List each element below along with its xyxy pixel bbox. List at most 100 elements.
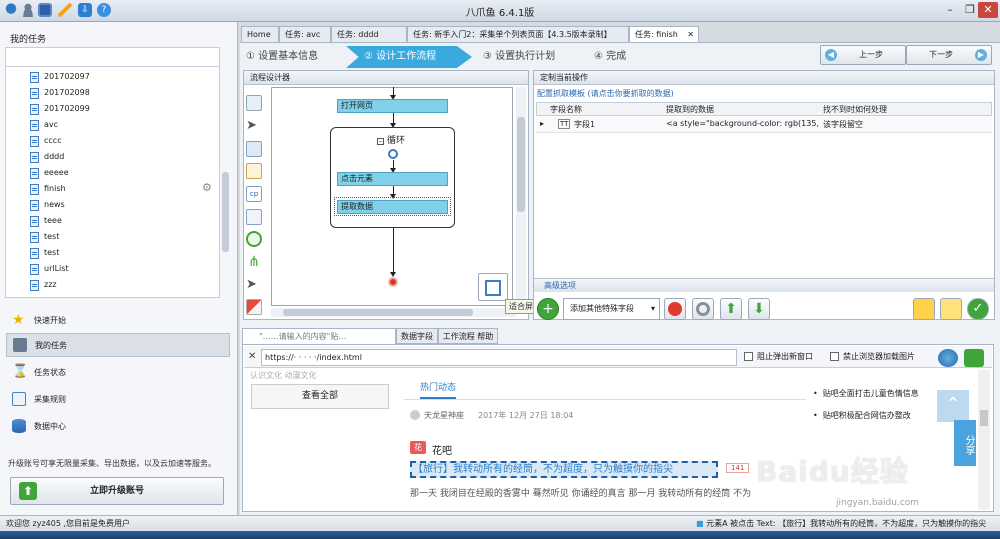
task-item[interactable]: test <box>30 245 59 261</box>
close-page-icon[interactable]: ✕ <box>248 351 256 363</box>
add-special-field-select[interactable]: 添加其他特殊字段 ▾ <box>563 298 660 320</box>
flow-arrow <box>390 186 396 199</box>
tab-close-icon[interactable]: ✕ <box>687 27 694 42</box>
status-user: 欢迎您 zyz405 ,您目前是免费用户 <box>6 519 131 528</box>
task-item[interactable]: news <box>30 197 65 213</box>
task-item[interactable]: 201702099 <box>30 101 90 117</box>
star-icon: ★ <box>12 312 25 328</box>
table-icon[interactable] <box>246 141 262 157</box>
task-item[interactable]: 201702098 <box>30 85 90 101</box>
task-item[interactable]: test <box>30 229 59 245</box>
tab-home[interactable]: Home <box>241 26 279 42</box>
globe-icon[interactable] <box>938 349 958 367</box>
col-field-name: 字段名称 <box>550 105 582 114</box>
node-click-element[interactable]: 点击元素 <box>337 172 448 186</box>
delete-button[interactable] <box>664 298 686 320</box>
prev-button[interactable]: ◀ 上一步 <box>820 45 906 65</box>
scroll-top-button[interactable]: ⌃ <box>937 390 969 422</box>
nav-data-center[interactable]: 数据中心 <box>6 414 230 438</box>
hot-tab[interactable]: 热门动态 <box>420 380 457 399</box>
nav-my-tasks[interactable]: 我的任务 <box>6 333 230 357</box>
tab-tutorial[interactable]: 任务: 新手入门2：采集单个列表页面【4.3.5版本录制】 <box>407 26 629 42</box>
folder-icon[interactable] <box>940 298 962 320</box>
page-scrollbar[interactable] <box>978 370 990 510</box>
flow-vscroll[interactable] <box>516 87 526 306</box>
move-down-icon[interactable]: ⬇ <box>748 298 770 320</box>
move-up-icon[interactable]: ⬆ <box>720 298 742 320</box>
edit-form-icon[interactable] <box>246 163 262 179</box>
next-button[interactable]: 下一步 ▶ <box>906 45 992 65</box>
step-design-workflow[interactable]: ② 设计工作流程 <box>346 46 472 68</box>
nav-quick-start[interactable]: ★ 快速开始 <box>6 308 230 332</box>
tab-finish[interactable]: 任务: finish ✕ <box>629 26 699 43</box>
step-basic-info[interactable]: ① 设置基本信息 <box>246 46 346 68</box>
fit-screen-icon <box>485 280 501 296</box>
end-icon[interactable] <box>246 299 262 315</box>
author-name[interactable]: 天龙星神座 <box>424 410 464 421</box>
task-file-icon <box>30 87 39 99</box>
headline-link-selected[interactable]: 【旅行】我转动所有的经筒，不为超度，只为触摸你的指尖 <box>410 461 718 478</box>
row-marker: ▸ <box>540 119 545 128</box>
tab-browser[interactable]: "……请输入的内容"贴… <box>242 328 396 344</box>
task-item[interactable]: 201702097 <box>30 69 90 85</box>
side-link[interactable]: • 贴吧积极配合网信办整改 <box>813 410 911 421</box>
task-file-icon <box>30 215 39 227</box>
tree-scrollbar[interactable] <box>222 172 229 252</box>
document-icon <box>12 392 26 406</box>
add-icon[interactable]: + <box>537 298 559 320</box>
node-open-page[interactable]: 打开网页 <box>337 99 448 113</box>
watermark-logo: Baidu经验 <box>756 455 909 488</box>
maximize-button[interactable]: ❐ <box>960 2 980 18</box>
field-row[interactable]: ▸ TT 字段1 <a style="background-color: rgb… <box>536 117 992 133</box>
tab-dddd[interactable]: 任务: dddd <box>331 26 407 42</box>
task-item[interactable]: avc <box>30 117 58 133</box>
disable-images-checkbox[interactable]: 禁止浏览器加载图片 <box>830 351 915 362</box>
nav-rules[interactable]: 采集规则 <box>6 387 230 411</box>
nav-task-status[interactable]: ⌛ 任务状态 <box>6 360 230 384</box>
flow-hscroll[interactable] <box>271 308 516 317</box>
field-name: 字段1 <box>574 120 596 129</box>
minimize-button[interactable]: – <box>940 2 960 18</box>
url-input[interactable]: https://· · · · ·/index.html <box>261 349 737 366</box>
tab-workflow-help[interactable]: 工作流程 帮助 <box>438 328 498 344</box>
task-item[interactable]: zzz <box>30 277 57 293</box>
step-finish[interactable]: ④ 完成 <box>594 46 654 68</box>
task-item[interactable]: dddd <box>30 149 64 165</box>
settings-button[interactable] <box>692 298 714 320</box>
upgrade-button[interactable]: ⬆ 立即升级账号 <box>10 477 224 505</box>
window-icon[interactable] <box>246 209 262 225</box>
task-item[interactable]: urlList <box>30 261 69 277</box>
export-icon[interactable] <box>913 298 935 320</box>
task-item[interactable]: eeeee <box>30 165 69 181</box>
gear-icon[interactable]: ⚙ <box>202 182 214 194</box>
forum-name[interactable]: 花吧 <box>432 442 452 457</box>
template-link[interactable]: 配置抓取模板 (请点击你要抓取的数据) <box>537 88 674 99</box>
node-extract-data[interactable]: 提取数据 <box>337 200 448 214</box>
field-handling: 该字段留空 <box>823 120 863 129</box>
cursor-icon[interactable]: ➤ <box>246 118 262 134</box>
copy-icon[interactable]: cp <box>246 186 262 202</box>
chat-icon: ■ <box>696 519 704 528</box>
pointer-icon[interactable]: ➤ <box>246 277 262 293</box>
refresh-icon[interactable] <box>964 349 984 367</box>
collapse-icon[interactable]: – <box>377 138 384 145</box>
close-button[interactable]: ✕ <box>978 2 998 18</box>
fit-screen-button[interactable] <box>478 273 508 301</box>
task-item[interactable]: finish <box>30 181 66 197</box>
branch-icon[interactable]: ⋔ <box>246 254 262 270</box>
loop-icon[interactable] <box>246 231 262 247</box>
task-item[interactable]: cccc <box>30 133 62 149</box>
view-all-button[interactable]: 查看全部 <box>251 384 389 409</box>
step-schedule[interactable]: ③ 设置执行计划 <box>483 46 591 68</box>
task-item[interactable]: teee <box>30 213 62 229</box>
add-page-icon[interactable] <box>246 95 262 111</box>
tab-avc[interactable]: 任务: avc <box>279 26 331 42</box>
block-popup-checkbox[interactable]: 阻止弹出新窗口 <box>744 351 813 362</box>
tab-data-fields[interactable]: 数据字段 <box>396 328 438 344</box>
flow-arrow <box>390 160 396 173</box>
side-link[interactable]: • 贴吧全面打击儿童色情信息 <box>813 388 919 399</box>
confirm-icon[interactable]: ✓ <box>967 298 989 320</box>
col-missing-handling: 找不到时如何处理 <box>823 105 887 114</box>
advanced-options[interactable]: 高级选项 <box>534 278 994 292</box>
share-button[interactable]: 分享 <box>954 420 976 466</box>
